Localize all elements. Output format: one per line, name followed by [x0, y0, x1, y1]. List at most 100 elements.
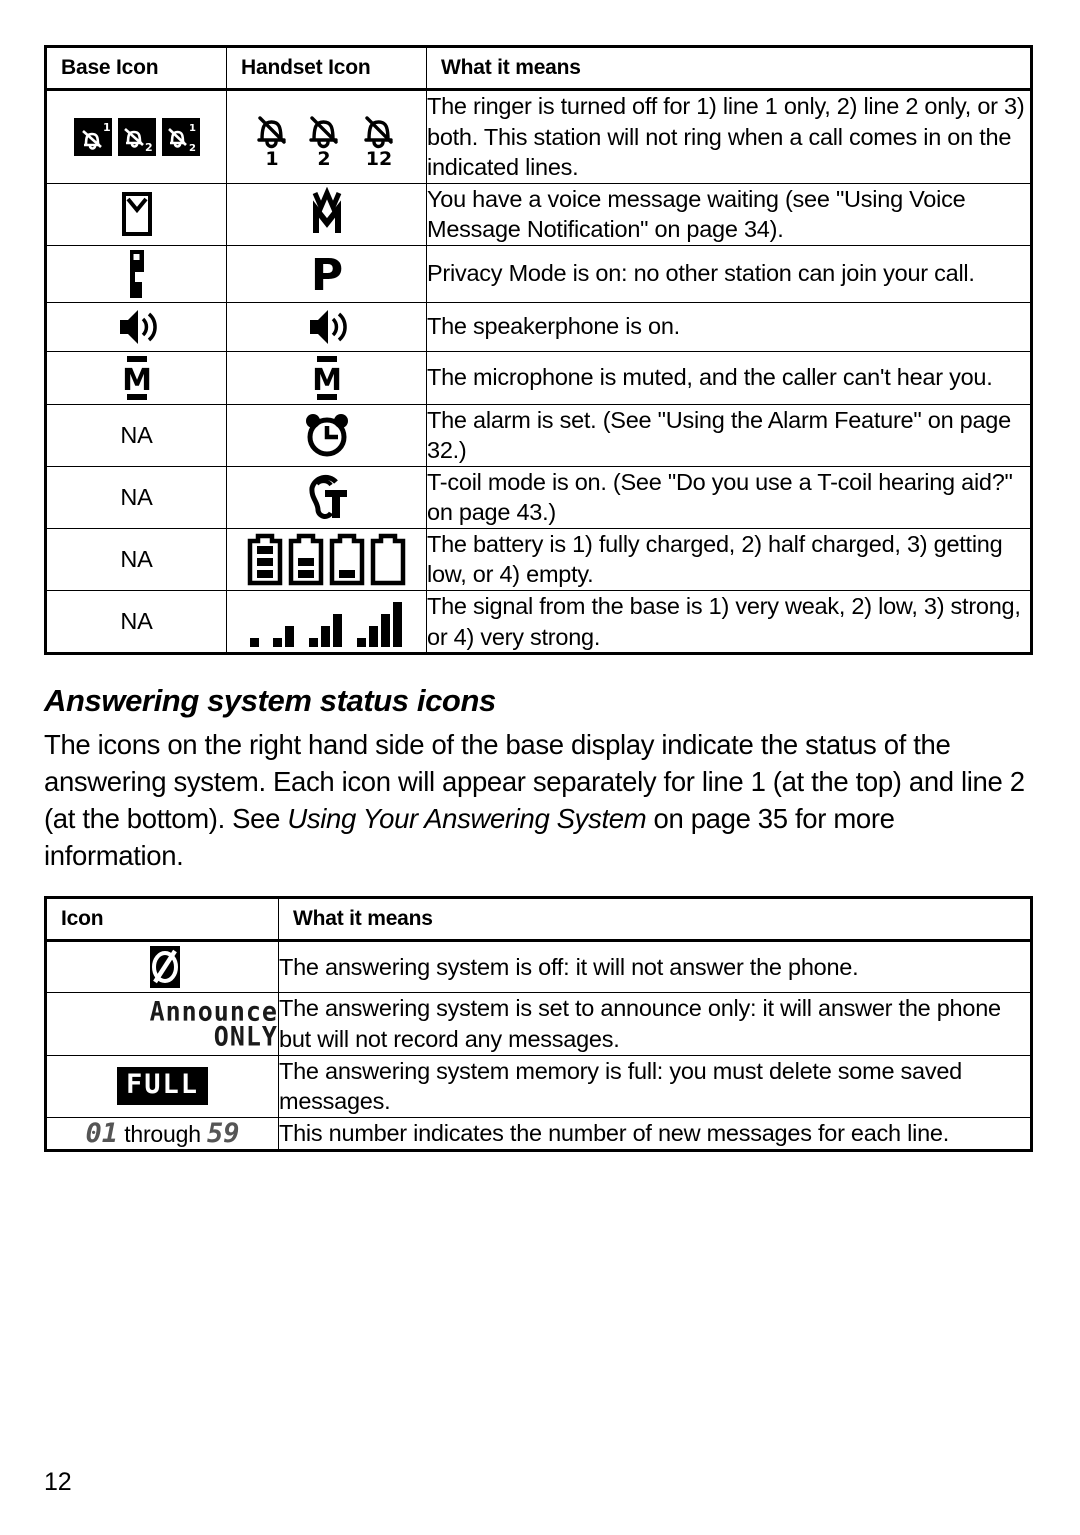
voice-message-handset-icon — [227, 187, 426, 241]
signal-low-icon — [272, 596, 298, 648]
battery-full-icon — [246, 531, 284, 587]
page-title: Answering system status icons — [44, 683, 496, 719]
table-row: The answering system is off: it will not… — [45, 940, 1032, 994]
speakerphone-base-icon — [47, 303, 226, 351]
svg-text:2: 2 — [189, 143, 196, 154]
paragraph-italic-reference: Using Your Answering System — [287, 802, 647, 834]
battery-low-icon — [328, 531, 366, 587]
table-row: FULL The answering system memory is full… — [45, 1054, 1032, 1118]
svg-text:12: 12 — [365, 148, 391, 168]
voice-message-base-icon — [47, 188, 226, 240]
meaning-text: The answering system is off: it will not… — [278, 940, 1032, 994]
manual-page-content: Base Icon Handset Icon What it means 1 2… — [44, 45, 1033, 1152]
answering-system-icons-table: Icon What it means The answering system … — [44, 896, 1033, 1152]
t-coil-icon-cell — [226, 465, 427, 529]
svg-text:1: 1 — [189, 123, 196, 134]
microphone-mute-base-icon: M — [47, 352, 226, 404]
battery-empty-icon — [369, 531, 407, 587]
t-coil-icon — [227, 468, 426, 526]
memory-full-lcd-text-cell: FULL — [45, 1054, 279, 1118]
column-header-icon: Icon — [45, 897, 279, 943]
speakerphone-handset-icon-cell — [226, 301, 427, 352]
column-header-what-it-means: What it means — [426, 46, 1032, 91]
voice-message-handset-icon-cell — [226, 182, 427, 246]
base-icon-not-applicable: NA — [45, 527, 227, 592]
svg-text:2: 2 — [317, 148, 330, 168]
svg-text:1: 1 — [103, 121, 110, 134]
ringer-off-handset-icons-cell: 1 2 12 — [226, 89, 427, 184]
section-paragraph: The icons on the right hand side of the … — [44, 727, 1030, 874]
ringer-off-line1-base-icon: 1 — [73, 117, 112, 156]
meaning-text: T-coil mode is on. (See "Do you use a T-… — [426, 465, 1032, 529]
privacy-mode-handset-icon-cell: P — [226, 244, 427, 303]
table-row: NA T-coil mode is on. (See "Do you use a… — [45, 465, 1032, 529]
meaning-text: The speakerphone is on. — [426, 301, 1032, 352]
new-message-count-range-cell: 01 through 59 — [45, 1116, 279, 1151]
svg-text:M: M — [312, 363, 342, 398]
ringer-off-base-icons-cell: 1 2 1 2 — [45, 89, 227, 184]
meaning-text: The battery is 1) fully charged, 2) half… — [426, 527, 1032, 592]
table-row: You have a voice message waiting (see "U… — [45, 182, 1032, 246]
signal-very-weak-icon — [248, 596, 262, 648]
signal-strong-icon — [308, 596, 346, 648]
table-row: Announce ONLY The answering system is se… — [45, 992, 1032, 1056]
meaning-text: The answering system is set to announce … — [278, 992, 1032, 1056]
ringer-off-both-lines-base-icon: 1 2 — [161, 117, 200, 156]
ringer-off-line1-handset-icon: 1 — [250, 106, 294, 168]
message-count-range-connector: through — [124, 1120, 201, 1147]
meaning-text: The ringer is turned off for 1) line 1 o… — [426, 89, 1032, 184]
table-header-row: Icon What it means — [45, 897, 1032, 943]
message-count-range-high: 59 — [207, 1117, 240, 1149]
microphone-mute-handset-icon: M — [227, 352, 426, 404]
table-row: 01 through 59 This number indicates the … — [45, 1116, 1032, 1151]
table-row: NA The alarm is set. (See "Using the Ala… — [45, 403, 1032, 467]
column-header-handset-icon: Handset Icon — [226, 46, 427, 91]
table-row: 1 2 1 2 1 2 12 The ringer is turned off … — [45, 89, 1032, 184]
announce-only-line-2: ONLY — [213, 1020, 278, 1053]
meaning-text: The answering system memory is full: you… — [278, 1054, 1032, 1118]
alarm-clock-icon-cell — [226, 403, 427, 467]
ringer-off-line2-handset-icon: 2 — [302, 106, 346, 168]
meaning-text: You have a voice message waiting (see "U… — [426, 182, 1032, 246]
svg-text:P: P — [310, 250, 342, 300]
message-count-range-low: 01 — [85, 1117, 118, 1149]
meaning-text: Privacy Mode is on: no other station can… — [426, 244, 1032, 303]
privacy-mode-handset-icon: P — [227, 248, 426, 300]
svg-text:M: M — [122, 363, 152, 398]
answering-system-off-icon-cell — [45, 940, 279, 994]
privacy-mode-base-icon-cell — [45, 244, 227, 303]
meaning-text: The signal from the base is 1) very weak… — [426, 590, 1032, 655]
answering-system-off-icon — [47, 942, 278, 992]
table-row: NA — [45, 590, 1032, 655]
svg-text:2: 2 — [145, 141, 153, 154]
column-header-what-it-means: What it means — [278, 897, 1032, 943]
table-row: NA — [45, 527, 1032, 592]
speakerphone-handset-icon — [227, 303, 426, 351]
microphone-mute-base-icon-cell: M — [45, 350, 227, 405]
signal-very-strong-icon — [356, 596, 406, 648]
voice-message-base-icon-cell — [45, 182, 227, 246]
table-row: The speakerphone is on. — [45, 301, 1032, 352]
column-header-base-icon: Base Icon — [45, 46, 227, 91]
ringer-off-line2-base-icon: 2 — [117, 117, 156, 156]
base-icon-not-applicable: NA — [45, 590, 227, 655]
meaning-text: This number indicates the number of new … — [278, 1116, 1032, 1151]
battery-level-icons-cell — [226, 527, 427, 592]
signal-strength-icons-cell — [226, 590, 427, 655]
announce-only-lcd-text-cell: Announce ONLY — [45, 992, 279, 1056]
speakerphone-base-icon-cell — [45, 301, 227, 352]
base-icon-not-applicable: NA — [45, 403, 227, 467]
alarm-clock-icon — [227, 410, 426, 460]
microphone-mute-handset-icon-cell: M — [226, 350, 427, 405]
meaning-text: The alarm is set. (See "Using the Alarm … — [426, 403, 1032, 467]
table-header-row: Base Icon Handset Icon What it means — [45, 46, 1032, 91]
table-row: M M The microphone is muted, and the cal… — [45, 350, 1032, 405]
base-icon-not-applicable: NA — [45, 465, 227, 529]
page-number: 12 — [44, 1468, 72, 1496]
svg-text:1: 1 — [265, 148, 278, 168]
status-icons-table: Base Icon Handset Icon What it means 1 2… — [44, 45, 1033, 656]
memory-full-lcd-text: FULL — [116, 1067, 209, 1105]
privacy-mode-base-icon — [47, 246, 226, 302]
ringer-off-both-lines-handset-icon: 12 — [354, 106, 404, 168]
battery-half-icon — [287, 531, 325, 587]
